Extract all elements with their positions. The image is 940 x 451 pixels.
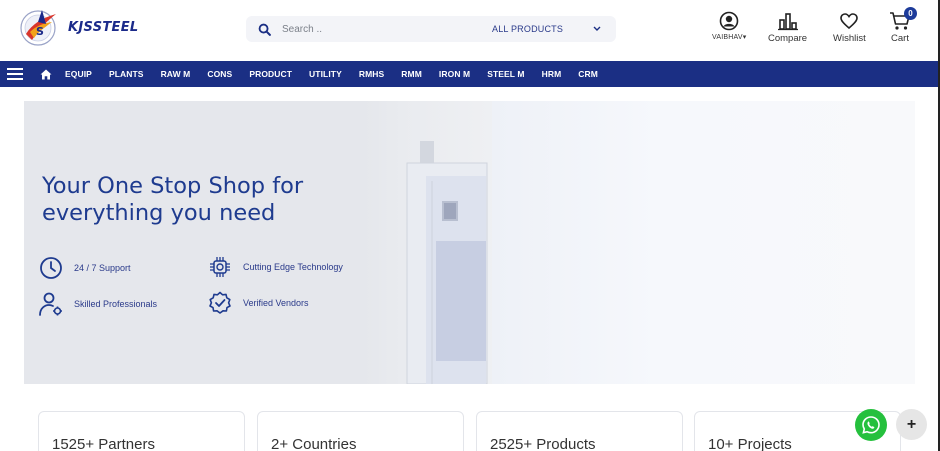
clock-icon [38, 255, 64, 281]
user-icon [719, 11, 739, 31]
kjs-emblem-icon: S [20, 10, 56, 46]
stat-countries-label: 2+ Countries [271, 436, 357, 451]
nav-item-raw-m[interactable]: RAW M [161, 69, 191, 79]
nav-item-rmm[interactable]: RMM [401, 69, 422, 79]
brand-name: KJSSTEEL [68, 19, 139, 35]
plus-button[interactable]: + [896, 409, 927, 440]
cart-count-badge: 0 [904, 7, 917, 20]
whatsapp-icon [862, 416, 880, 434]
search-input[interactable] [282, 23, 472, 35]
home-icon[interactable] [33, 61, 59, 87]
nav-item-utility[interactable]: UTILITY [309, 69, 342, 79]
wishlist-label: Wishlist [833, 33, 866, 44]
wishlist-button[interactable]: Wishlist [833, 11, 866, 44]
feature-support: 24 / 7 Support [38, 255, 131, 281]
nav-items: EQUIP PLANTS RAW M CONS PRODUCT UTILITY … [65, 69, 615, 79]
svg-text:S: S [36, 25, 44, 38]
nav-item-crm[interactable]: CRM [578, 69, 598, 79]
cart-button[interactable]: 0 Cart [889, 7, 917, 44]
stat-card-countries: 2+ Countries [257, 411, 464, 451]
feature-technology-label: Cutting Edge Technology [243, 262, 343, 272]
account-button[interactable]: VAIBHAV▾ [712, 11, 746, 41]
feature-support-label: 24 / 7 Support [74, 263, 131, 273]
nav-item-hrm[interactable]: HRM [542, 69, 562, 79]
machine-illustration [406, 141, 488, 384]
nav-item-equip[interactable]: EQUIP [65, 69, 92, 79]
nav-item-steel-m[interactable]: STEEL M [487, 69, 524, 79]
chip-gear-icon [207, 254, 233, 280]
stat-card-partners: 1525+ Partners [38, 411, 245, 451]
category-select[interactable]: ALL PRODUCTS [492, 16, 603, 42]
hero-title: Your One Stop Shop for everything you ne… [42, 173, 304, 226]
site-header: S KJSSTEEL ALL PRODUCTS VAIBHAV▾ Compare [0, 0, 940, 60]
cart-label: Cart [891, 33, 909, 44]
hero-right-panel [492, 101, 915, 384]
feature-professionals: Skilled Professionals [38, 291, 157, 317]
whatsapp-button[interactable] [855, 409, 887, 441]
compare-button[interactable]: Compare [768, 11, 807, 44]
compare-label: Compare [768, 33, 808, 44]
user-gear-icon [38, 291, 64, 317]
stat-projects-label: 10+ Projects [708, 436, 792, 451]
compare-icon [777, 13, 798, 31]
hero-banner: Your One Stop Shop for everything you ne… [24, 101, 915, 384]
stat-products-label: 2525+ Products [490, 436, 596, 451]
heart-icon [840, 13, 859, 30]
brand-logo[interactable]: S KJSSTEEL [16, 6, 146, 48]
nav-item-cons[interactable]: CONS [207, 69, 232, 79]
main-nav: EQUIP PLANTS RAW M CONS PRODUCT UTILITY … [0, 61, 938, 87]
feature-professionals-label: Skilled Professionals [74, 299, 158, 309]
stat-partners-label: 1525+ Partners [52, 436, 155, 451]
feature-technology: Cutting Edge Technology [207, 254, 343, 280]
verified-badge-icon [207, 290, 233, 316]
chevron-down-icon [593, 24, 603, 34]
stat-card-products: 2525+ Products [476, 411, 683, 451]
nav-item-rmhs[interactable]: RMHS [359, 69, 384, 79]
account-label: VAIBHAV▾ [712, 34, 747, 41]
page: S KJSSTEEL ALL PRODUCTS VAIBHAV▾ Compare [0, 0, 940, 451]
category-select-value: ALL PRODUCTS [492, 24, 564, 34]
feature-vendors: Verified Vendors [207, 290, 309, 316]
nav-item-iron-m[interactable]: IRON M [439, 69, 470, 79]
feature-vendors-label: Verified Vendors [243, 298, 309, 308]
search-icon[interactable] [246, 16, 282, 42]
nav-item-plants[interactable]: PLANTS [109, 69, 144, 79]
hamburger-menu-icon[interactable] [1, 61, 29, 87]
nav-item-product[interactable]: PRODUCT [249, 69, 292, 79]
search-bar: ALL PRODUCTS [246, 16, 616, 42]
